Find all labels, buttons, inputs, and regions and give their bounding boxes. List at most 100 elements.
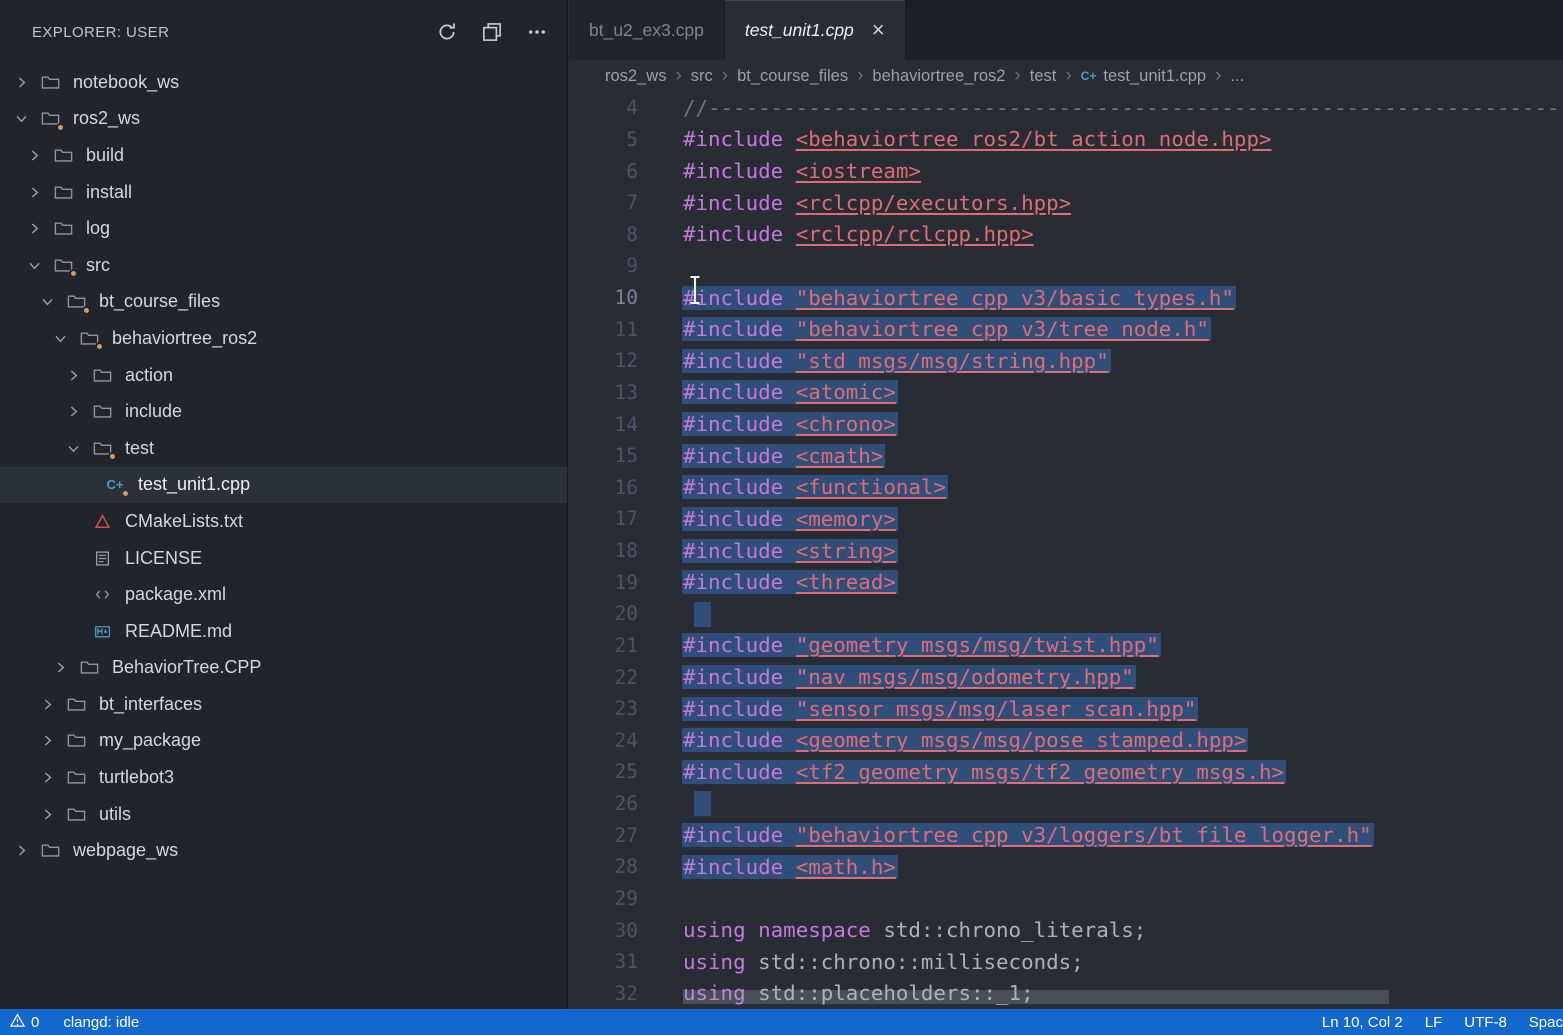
tab-bt_u2_ex3.cpp[interactable]: bt_u2_ex3.cpp bbox=[569, 0, 725, 60]
tree-item-my_package[interactable]: my_package bbox=[0, 723, 567, 760]
tree-item-include[interactable]: include bbox=[0, 393, 567, 430]
tree-item-notebook_ws[interactable]: notebook_ws bbox=[0, 64, 567, 101]
close-icon[interactable]: × bbox=[872, 19, 885, 41]
line-number[interactable]: 12 bbox=[569, 349, 638, 372]
chevron-down-icon[interactable] bbox=[53, 331, 74, 346]
chevron-down-icon[interactable] bbox=[40, 294, 61, 309]
tab-test_unit1.cpp[interactable]: test_unit1.cpp× bbox=[725, 0, 906, 60]
line-number[interactable]: 24 bbox=[569, 729, 638, 752]
chevron-right-icon[interactable] bbox=[40, 697, 61, 712]
code-line-16[interactable]: 16#include <functional> bbox=[569, 472, 1563, 504]
split-editor-icon[interactable] bbox=[482, 22, 502, 42]
line-number[interactable]: 32 bbox=[569, 982, 638, 1005]
line-number[interactable]: 30 bbox=[569, 919, 638, 942]
tree-item-utils[interactable]: utils bbox=[0, 796, 567, 833]
status-eol-indicator[interactable]: LF bbox=[1425, 1014, 1443, 1031]
chevron-down-icon[interactable] bbox=[27, 258, 48, 273]
code-line-5[interactable]: 5#include <behaviortree_ros2/bt_action_n… bbox=[569, 124, 1563, 156]
line-number[interactable]: 4 bbox=[569, 96, 638, 119]
breadcrumb-item-src[interactable]: src bbox=[691, 67, 713, 86]
code-line-6[interactable]: 6#include <iostream> bbox=[569, 155, 1563, 187]
line-number[interactable]: 21 bbox=[569, 634, 638, 657]
status-encoding-indicator[interactable]: UTF-8 bbox=[1464, 1014, 1507, 1031]
chevron-right-icon[interactable] bbox=[40, 733, 61, 748]
tree-item-ros2_ws[interactable]: ros2_ws bbox=[0, 101, 567, 138]
line-number[interactable]: 25 bbox=[569, 760, 638, 783]
line-number[interactable]: 11 bbox=[569, 318, 638, 341]
code-line-11[interactable]: 11#include "behaviortree_cpp_v3/tree_nod… bbox=[569, 313, 1563, 345]
chevron-right-icon[interactable] bbox=[53, 660, 74, 675]
chevron-right-icon[interactable] bbox=[40, 807, 61, 822]
line-number[interactable]: 31 bbox=[569, 950, 638, 973]
code-line-17[interactable]: 17#include <memory> bbox=[569, 503, 1563, 535]
tree-item-BehaviorTree.CPP[interactable]: BehaviorTree.CPP bbox=[0, 650, 567, 687]
code-line-8[interactable]: 8#include <rclcpp/rclcpp.hpp> bbox=[569, 219, 1563, 251]
line-number[interactable]: 28 bbox=[569, 855, 638, 878]
line-number[interactable]: 18 bbox=[569, 539, 638, 562]
horizontal-scrollbar-thumb[interactable] bbox=[683, 990, 1389, 1004]
code-line-9[interactable]: 9 bbox=[569, 250, 1563, 282]
line-number[interactable]: 6 bbox=[569, 160, 638, 183]
breadcrumb-item-...[interactable]: ... bbox=[1230, 67, 1244, 86]
line-number[interactable]: 8 bbox=[569, 223, 638, 246]
tree-item-build[interactable]: build bbox=[0, 137, 567, 174]
code-line-23[interactable]: 23#include "sensor_msgs/msg/laser_scan.h… bbox=[569, 693, 1563, 725]
chevron-right-icon[interactable] bbox=[27, 221, 48, 236]
line-number[interactable]: 19 bbox=[569, 571, 638, 594]
code-line-12[interactable]: 12#include "std_msgs/msg/string.hpp" bbox=[569, 345, 1563, 377]
line-number[interactable]: 23 bbox=[569, 697, 638, 720]
code-line-4[interactable]: 4//-------------------------------------… bbox=[569, 92, 1563, 124]
chevron-right-icon[interactable] bbox=[27, 185, 48, 200]
tree-item-behaviortree_ros2[interactable]: behaviortree_ros2 bbox=[0, 320, 567, 357]
status-clangd-status[interactable]: clangd: idle bbox=[63, 1014, 139, 1031]
code-line-31[interactable]: 31using std::chrono::milliseconds; bbox=[569, 946, 1563, 978]
chevron-down-icon[interactable] bbox=[66, 441, 87, 456]
line-number[interactable]: 20 bbox=[569, 602, 638, 625]
tree-item-bt_course_files[interactable]: bt_course_files bbox=[0, 284, 567, 321]
tree-item-LICENSE[interactable]: LICENSE bbox=[0, 540, 567, 577]
tree-item-webpage_ws[interactable]: webpage_ws bbox=[0, 832, 567, 869]
code-line-18[interactable]: 18#include <string> bbox=[569, 535, 1563, 567]
chevron-down-icon[interactable] bbox=[14, 111, 35, 126]
code-line-29[interactable]: 29 bbox=[569, 883, 1563, 915]
tree-item-README.md[interactable]: README.md bbox=[0, 613, 567, 650]
tree-item-test_unit1.cpp[interactable]: C+test_unit1.cpp bbox=[0, 467, 567, 504]
code-line-10[interactable]: 10#include "behaviortree_cpp_v3/basic_ty… bbox=[569, 282, 1563, 314]
breadcrumb-item-behaviortree_ros2[interactable]: behaviortree_ros2 bbox=[872, 67, 1005, 86]
tree-item-bt_interfaces[interactable]: bt_interfaces bbox=[0, 686, 567, 723]
code-line-26[interactable]: 26 bbox=[569, 788, 1563, 820]
more-actions-icon[interactable] bbox=[527, 22, 547, 42]
code-line-21[interactable]: 21#include "geometry_msgs/msg/twist.hpp" bbox=[569, 630, 1563, 662]
tree-item-install[interactable]: install bbox=[0, 174, 567, 211]
line-number[interactable]: 13 bbox=[569, 381, 638, 404]
refresh-explorer-icon[interactable] bbox=[437, 22, 457, 42]
code-line-30[interactable]: 30using namespace std::chrono_literals; bbox=[569, 914, 1563, 946]
line-number[interactable]: 29 bbox=[569, 887, 638, 910]
chevron-right-icon[interactable] bbox=[14, 75, 35, 90]
tree-item-package.xml[interactable]: package.xml bbox=[0, 576, 567, 613]
breadcrumb-item-test[interactable]: test bbox=[1030, 67, 1057, 86]
status-cursor-position[interactable]: Ln 10, Col 2 bbox=[1322, 1014, 1403, 1031]
chevron-right-icon[interactable] bbox=[66, 368, 87, 383]
chevron-right-icon[interactable] bbox=[27, 148, 48, 163]
line-number[interactable]: 7 bbox=[569, 191, 638, 214]
line-number[interactable]: 10 bbox=[569, 286, 638, 309]
code-line-20[interactable]: 20 bbox=[569, 598, 1563, 630]
code-line-24[interactable]: 24#include <geometry_msgs/msg/pose_stamp… bbox=[569, 725, 1563, 757]
code-line-14[interactable]: 14#include <chrono> bbox=[569, 408, 1563, 440]
chevron-right-icon[interactable] bbox=[14, 843, 35, 858]
line-number[interactable]: 14 bbox=[569, 413, 638, 436]
tree-item-test[interactable]: test bbox=[0, 430, 567, 467]
code-line-22[interactable]: 22#include "nav_msgs/msg/odometry.hpp" bbox=[569, 661, 1563, 693]
chevron-right-icon[interactable] bbox=[66, 404, 87, 419]
line-number[interactable]: 26 bbox=[569, 792, 638, 815]
tree-item-action[interactable]: action bbox=[0, 357, 567, 394]
line-number[interactable]: 17 bbox=[569, 507, 638, 530]
line-number[interactable]: 22 bbox=[569, 666, 638, 689]
code-line-28[interactable]: 28#include <math.h> bbox=[569, 851, 1563, 883]
breadcrumb-item-bt_course_files[interactable]: bt_course_files bbox=[737, 67, 848, 86]
tree-item-CMakeLists.txt[interactable]: CMakeLists.txt bbox=[0, 503, 567, 540]
status-indentation-indicator[interactable]: Spac bbox=[1529, 1014, 1563, 1031]
line-number[interactable]: 15 bbox=[569, 444, 638, 467]
code-line-25[interactable]: 25#include <tf2_geometry_msgs/tf2_geomet… bbox=[569, 756, 1563, 788]
